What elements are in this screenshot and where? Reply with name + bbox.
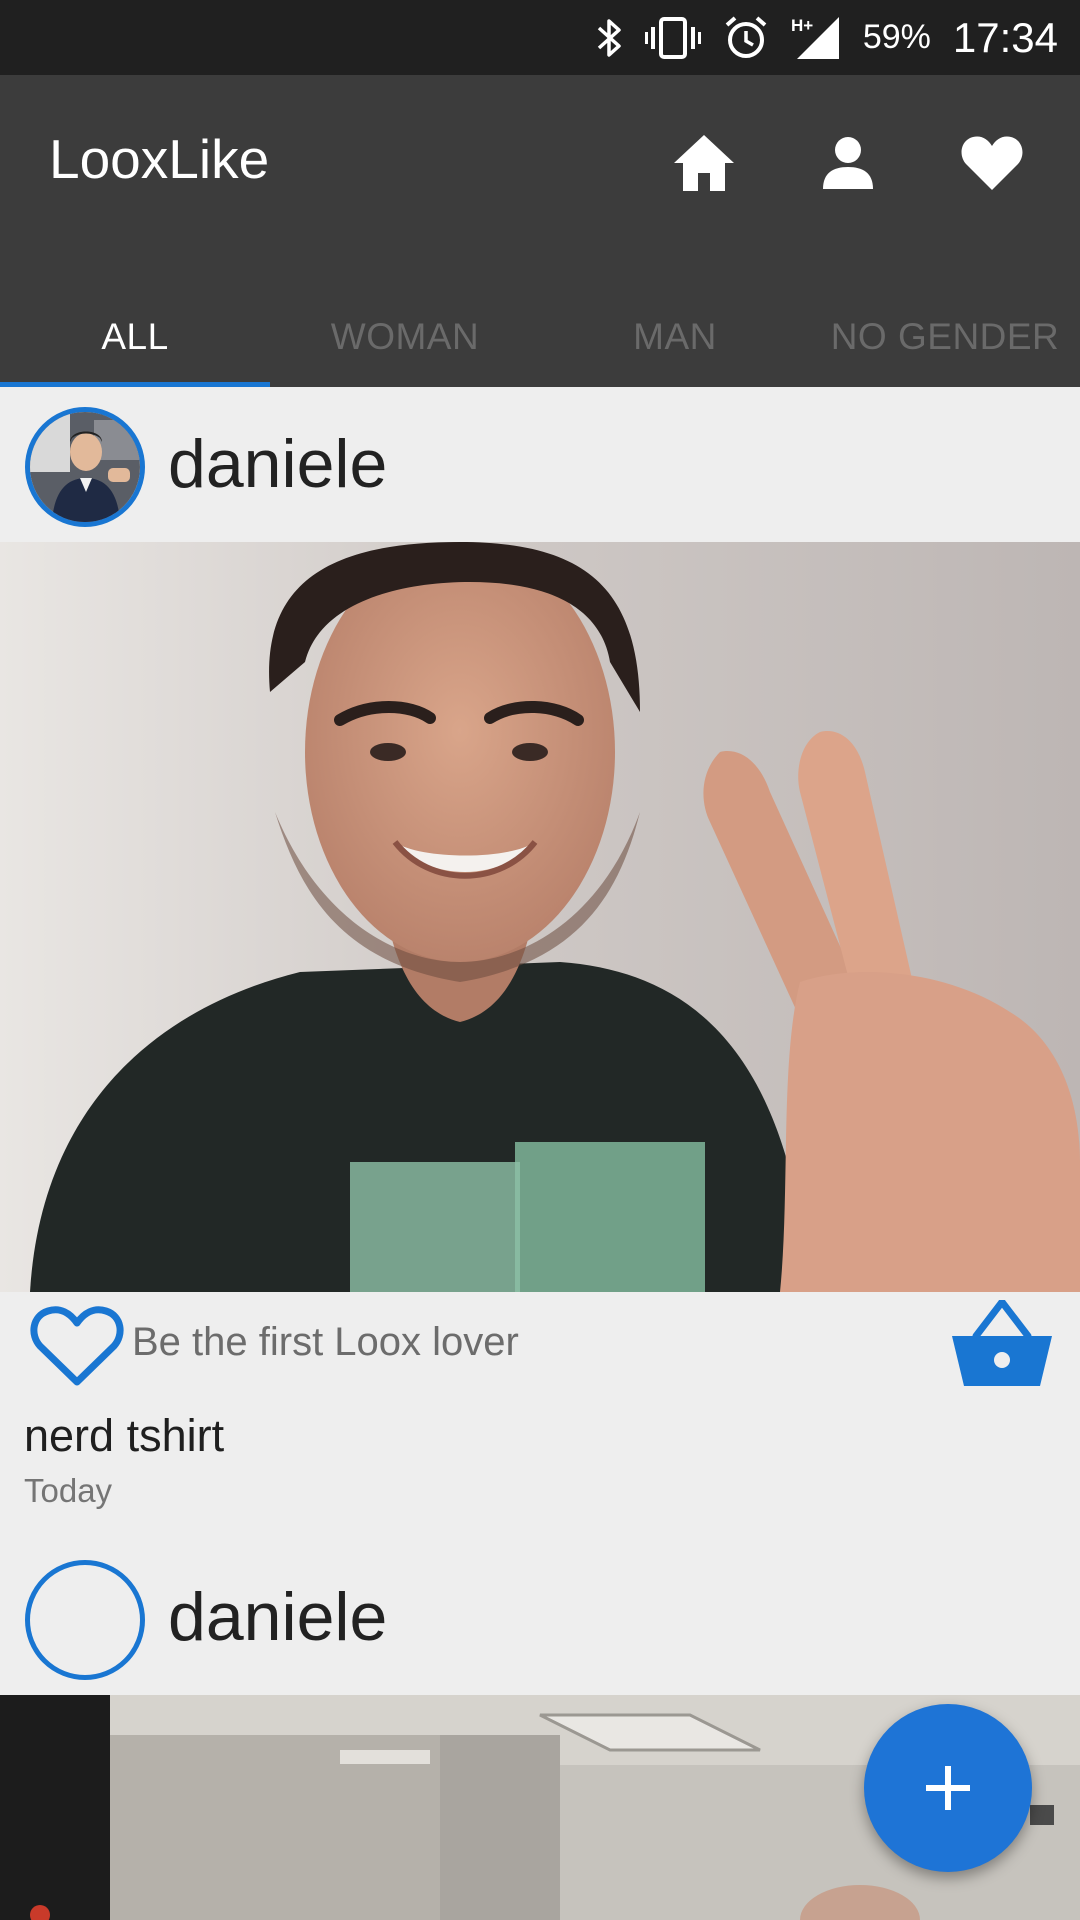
basket-icon <box>952 1298 1052 1386</box>
post-username[interactable]: daniele <box>168 1578 387 1656</box>
post-photo[interactable] <box>0 542 1080 1292</box>
alarm-icon <box>723 15 769 61</box>
signal-icon: H+ <box>791 15 841 61</box>
post-header: daniele <box>0 387 1080 542</box>
status-bar: H+ 59% 17:34 <box>0 0 1080 75</box>
like-status-text: Be the first Loox lover <box>132 1320 519 1364</box>
bluetooth-icon <box>597 18 623 58</box>
avatar[interactable] <box>25 407 145 527</box>
battery-percentage: 59% <box>862 18 931 56</box>
post-info: Be the first Loox lover nerd tshirt Toda… <box>0 1292 1080 1522</box>
like-button[interactable] <box>30 1304 124 1393</box>
favorites-icon <box>961 136 1023 190</box>
tab-all[interactable]: ALL <box>0 287 270 387</box>
post-header: daniele <box>0 1540 1080 1695</box>
post-date: Today <box>24 1472 113 1509</box>
app-bar: LooxLike ALL WOMAN MAN NO GENDER <box>0 75 1080 387</box>
svg-text:H+: H+ <box>791 16 813 35</box>
post-username[interactable]: daniele <box>168 425 387 503</box>
shop-button[interactable] <box>950 1298 1054 1393</box>
category-tabs: ALL WOMAN MAN NO GENDER <box>0 287 1080 387</box>
heart-outline-icon <box>30 1306 124 1386</box>
clock: 17:34 <box>952 13 1058 61</box>
home-icon <box>674 135 734 191</box>
avatar[interactable] <box>25 1560 145 1680</box>
app-title: LooxLike <box>49 128 270 190</box>
vibrate-icon <box>644 16 701 60</box>
profile-icon <box>823 137 873 189</box>
tab-woman[interactable]: WOMAN <box>270 287 540 387</box>
favorites-button[interactable] <box>920 123 1064 203</box>
status-icons: H+ 59% 17:34 <box>575 0 1058 75</box>
add-post-button[interactable] <box>864 1704 1032 1872</box>
app-actions <box>632 123 1064 203</box>
home-button[interactable] <box>632 123 776 203</box>
plus-icon <box>926 1766 970 1810</box>
profile-button[interactable] <box>776 123 920 203</box>
tab-no-gender[interactable]: NO GENDER <box>810 287 1080 387</box>
tab-man[interactable]: MAN <box>540 287 810 387</box>
post-title: nerd tshirt <box>24 1410 225 1461</box>
